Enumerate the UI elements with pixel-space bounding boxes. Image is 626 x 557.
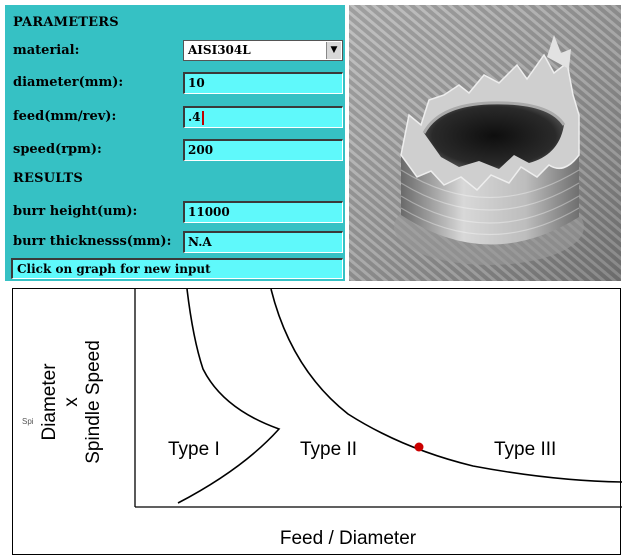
results-heading: RESULTS xyxy=(13,171,83,186)
material-label: material: xyxy=(13,43,80,58)
chevron-down-icon[interactable]: ▼ xyxy=(326,42,341,59)
text-caret xyxy=(201,110,204,125)
y-axis-label-line-3: Spindle Speed xyxy=(83,340,104,464)
burr-photo xyxy=(349,5,621,281)
feed-field[interactable]: .4 xyxy=(183,106,343,128)
burr-height-label: burr height(um): xyxy=(13,204,138,219)
burr-height-field[interactable]: 11000 xyxy=(183,201,343,223)
feed-label: feed(mm/rev): xyxy=(13,109,117,124)
boundary-curve-1 xyxy=(177,289,281,504)
small-axis-fragment: Spi xyxy=(22,417,34,426)
region-label-type-1: Type I xyxy=(168,439,220,460)
y-axis-label-line-2: x xyxy=(61,397,82,407)
y-axis-label-line-1: Diameter xyxy=(39,363,60,441)
burr-photo-image xyxy=(349,5,621,281)
region-label-type-2: Type II xyxy=(300,439,357,460)
status-bar: Click on graph for new input xyxy=(11,258,343,279)
burr-type-chart[interactable]: Type I Type II Type III Diameter x Spind… xyxy=(13,289,622,556)
feed-field-value: .4 xyxy=(188,110,201,124)
parameters-heading: PARAMETERS xyxy=(13,15,119,30)
burr-thickness-label: burr thicknesss(mm): xyxy=(13,234,172,249)
region-label-type-3: Type III xyxy=(494,439,556,460)
x-axis-label: Feed / Diameter xyxy=(280,528,417,549)
material-select-value: AISI304L xyxy=(188,43,251,57)
current-point-marker xyxy=(414,442,424,452)
speed-field[interactable]: 200 xyxy=(183,139,343,161)
speed-label: speed(rpm): xyxy=(13,142,102,157)
parameters-panel: PARAMETERS material: AISI304L ▼ diameter… xyxy=(5,5,345,281)
material-select[interactable]: AISI304L ▼ xyxy=(183,40,343,61)
y-axis-label: Diameter x Spindle Speed xyxy=(39,340,104,464)
burr-thickness-field[interactable]: N.A xyxy=(183,231,343,253)
diameter-label: diameter(mm): xyxy=(13,75,124,90)
diameter-field[interactable]: 10 xyxy=(183,72,343,94)
burr-type-graph[interactable]: Type I Type II Type III Diameter x Spind… xyxy=(12,288,622,556)
